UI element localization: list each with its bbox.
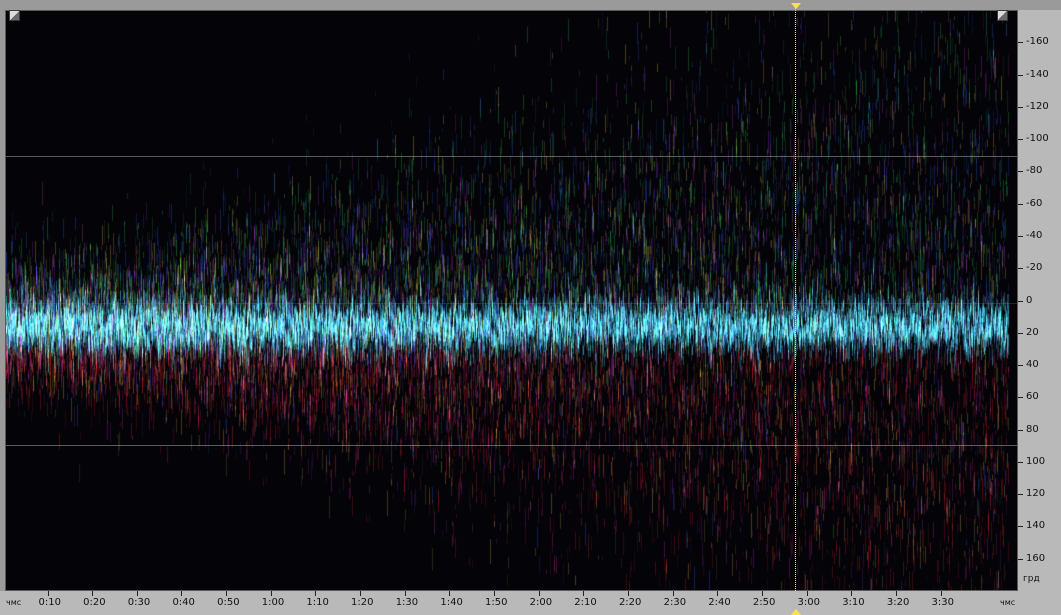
x-axis-label: 2:00 [529,597,553,608]
y-axis-tick [1018,171,1023,173]
x-axis-label: 2:20 [618,597,642,608]
guide-line-minus-90 [6,156,1017,157]
x-axis-label: 3:30 [931,597,954,608]
y-axis-tick [1018,300,1023,302]
y-axis-tick [1018,203,1023,205]
x-axis-unit-left: чмс [6,598,22,607]
x-axis-tick [806,591,808,596]
y-axis-tick [1018,558,1023,560]
x-axis-tick [940,591,942,596]
phase-view-window: -160 -140 -120 -100 -80 -60 -40 -20 0 20 40 60 80 100… [0,0,1061,615]
x-axis-label: 0:50 [217,597,240,608]
y-axis-label: -80 [1026,165,1043,177]
x-axis-tick [226,591,228,596]
x-axis-label: 0:40 [172,597,195,608]
y-axis-label: -60 [1026,197,1043,209]
y-axis-tick [1018,332,1023,334]
y-axis-label: 160 [1026,552,1046,564]
x-axis-label: 0:10 [38,597,61,608]
x-axis-tick [404,591,406,596]
x-axis-unit-right: чмс [1000,598,1016,607]
x-axis-label: 2:10 [574,597,597,608]
x-axis-tick [717,591,719,596]
y-axis-label: 80 [1026,423,1039,435]
x-axis-tick [672,591,674,596]
y-axis-label: -20 [1026,262,1043,274]
y-axis-tick [1018,106,1023,108]
x-axis-label: 1:40 [440,597,463,608]
cursor-marker-top-icon[interactable] [791,3,801,9]
y-axis-label: 20 [1026,326,1039,338]
x-axis-tick [47,591,49,596]
x-axis-time: чмс чмс 0:10 0:20 0:30 0:40 0:50 1:00 1:10 1:20… [0,591,1061,615]
x-axis-tick [627,591,629,596]
y-axis-label: 120 [1026,488,1046,500]
x-axis-label: 1:10 [306,597,329,608]
x-axis-tick [494,591,495,596]
y-axis-label: 140 [1026,520,1046,532]
x-axis-label: 0:30 [127,597,151,608]
x-axis-tick [136,591,138,596]
playback-cursor-line[interactable] [795,7,796,591]
y-axis-label: -100 [1026,133,1049,145]
y-axis-tick [1018,42,1023,44]
x-axis-label: 2:50 [752,597,776,608]
phase-density-canvas [6,11,1017,590]
y-axis-label: 0 [1026,294,1033,306]
y-axis-tick [1018,365,1023,367]
cursor-marker-bottom-icon[interactable] [791,609,801,615]
y-axis-tick [1018,397,1023,399]
x-axis-label: 3:20 [886,597,910,608]
resize-corner-left-icon[interactable] [9,10,20,21]
x-axis-label: 3:00 [797,597,821,608]
x-axis-tick [92,591,94,596]
y-axis-tick [1018,429,1023,431]
y-axis-label: 40 [1026,359,1039,371]
x-axis-label: 0:20 [83,597,106,608]
x-axis-label: 1:20 [351,597,374,608]
y-axis-label: -120 [1026,100,1049,112]
x-axis-label: 1:00 [261,597,285,608]
y-axis-label: -160 [1026,36,1049,48]
y-axis-tick [1018,461,1023,463]
y-axis-tick [1018,74,1023,76]
x-axis-tick [583,591,585,596]
x-axis-tick [538,591,540,596]
x-axis-tick [895,591,897,596]
y-axis-tick [1018,494,1023,496]
x-axis-label: 1:50 [485,597,508,608]
y-axis-label: -140 [1026,68,1049,80]
x-axis-tick [449,591,451,596]
y-axis-degrees: -160 -140 -120 -100 -80 -60 -40 -20 0 20 40 60 80 100… [1018,10,1061,591]
y-axis-tick [1018,139,1023,141]
y-axis-tick [1018,526,1023,528]
y-axis-label: 100 [1026,455,1046,467]
x-axis-label: 3:10 [842,597,865,608]
guide-line-plus-90 [6,445,1017,446]
y-axis-unit: грд [1023,574,1040,584]
y-axis-label: 60 [1026,391,1039,403]
phase-scope-plot[interactable] [5,10,1018,591]
x-axis-tick [851,591,853,596]
zero-degree-line [6,303,1017,304]
x-axis-label: 1:30 [395,597,419,608]
x-axis-tick [270,591,272,596]
y-axis-tick [1018,235,1023,237]
x-axis-tick [181,591,183,596]
x-axis-tick [761,591,763,596]
y-axis-tick [1018,268,1023,270]
x-axis-tick [360,591,362,596]
y-axis-label: -40 [1026,229,1043,241]
x-axis-tick [315,591,317,596]
resize-corner-right-icon[interactable] [997,10,1008,21]
x-axis-label: 2:30 [663,597,687,608]
x-axis-label: 2:40 [708,597,731,608]
